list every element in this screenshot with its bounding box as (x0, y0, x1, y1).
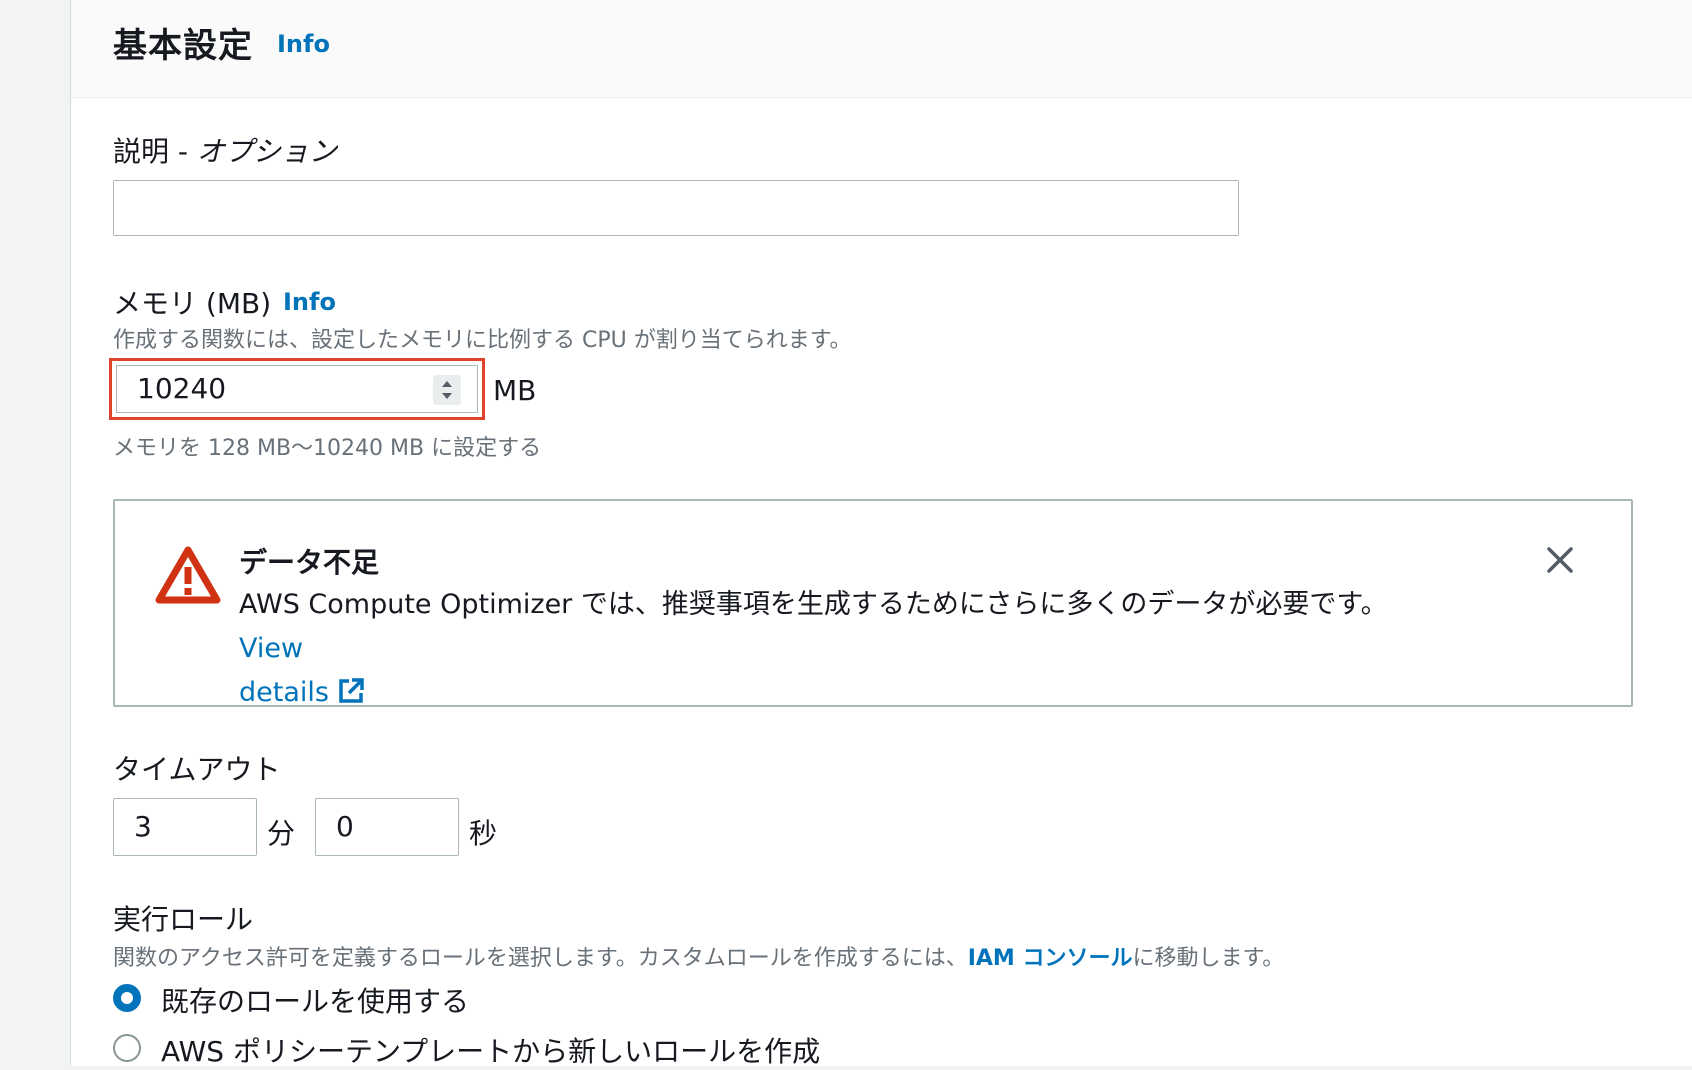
insufficient-data-alert: データ不足 AWS Compute Optimizer では、推奨事項を生成する… (113, 499, 1633, 708)
close-icon[interactable] (1545, 545, 1575, 579)
iam-console-link[interactable]: IAM コンソール (968, 946, 1133, 971)
memory-unit: MB (493, 374, 537, 407)
radio-label: 既存のロールを使用する (161, 985, 470, 1018)
warning-icon (155, 545, 221, 609)
panel-header: 基本設定 Info (71, 0, 1692, 98)
panel-title: 基本設定 (113, 26, 253, 66)
execution-role-label: 実行ロール (113, 903, 254, 936)
minutes-unit: 分 (267, 817, 296, 850)
memory-description: 作成する関数には、設定したメモリに比例する CPU が割り当てられます。 (113, 328, 852, 353)
radio-selected-icon[interactable] (113, 984, 141, 1012)
alert-title: データ不足 (239, 546, 380, 579)
description-input[interactable] (113, 180, 1239, 236)
execution-role-description: 関数のアクセス許可を定義するロールを選択します。カスタムロールを作成するには、I… (113, 946, 1285, 971)
memory-value: 10240 (137, 372, 227, 405)
optional-label: オプション (196, 135, 337, 168)
timeout-minutes-input[interactable]: 3 (113, 798, 257, 856)
timeout-seconds-input[interactable]: 0 (315, 798, 459, 856)
basic-settings-panel: 基本設定 Info 説明 - オプション メモリ (MB) Info 作成する関… (70, 0, 1692, 1068)
radio-label: AWS ポリシーテンプレートから新しいロールを作成 (161, 1035, 821, 1068)
memory-highlight-box: 10240 (109, 358, 485, 420)
memory-input[interactable]: 10240 (116, 365, 478, 413)
stepper-icon[interactable] (433, 375, 461, 405)
memory-constraint: メモリを 128 MB〜10240 MB に設定する (113, 436, 542, 461)
external-link-icon (337, 675, 365, 719)
header-info-link[interactable]: Info (277, 30, 330, 58)
alert-body: AWS Compute Optimizer では、推奨事項を生成するためにさらに… (239, 583, 1439, 719)
timeout-label: タイムアウト (113, 753, 281, 786)
memory-info-link[interactable]: Info (283, 288, 336, 316)
view-details-link[interactable]: View details (239, 633, 365, 708)
description-label: 説明 - オプション (113, 135, 337, 168)
seconds-unit: 秒 (469, 817, 498, 850)
radio-unselected-icon[interactable] (113, 1034, 141, 1062)
memory-label: メモリ (MB) (113, 287, 272, 320)
